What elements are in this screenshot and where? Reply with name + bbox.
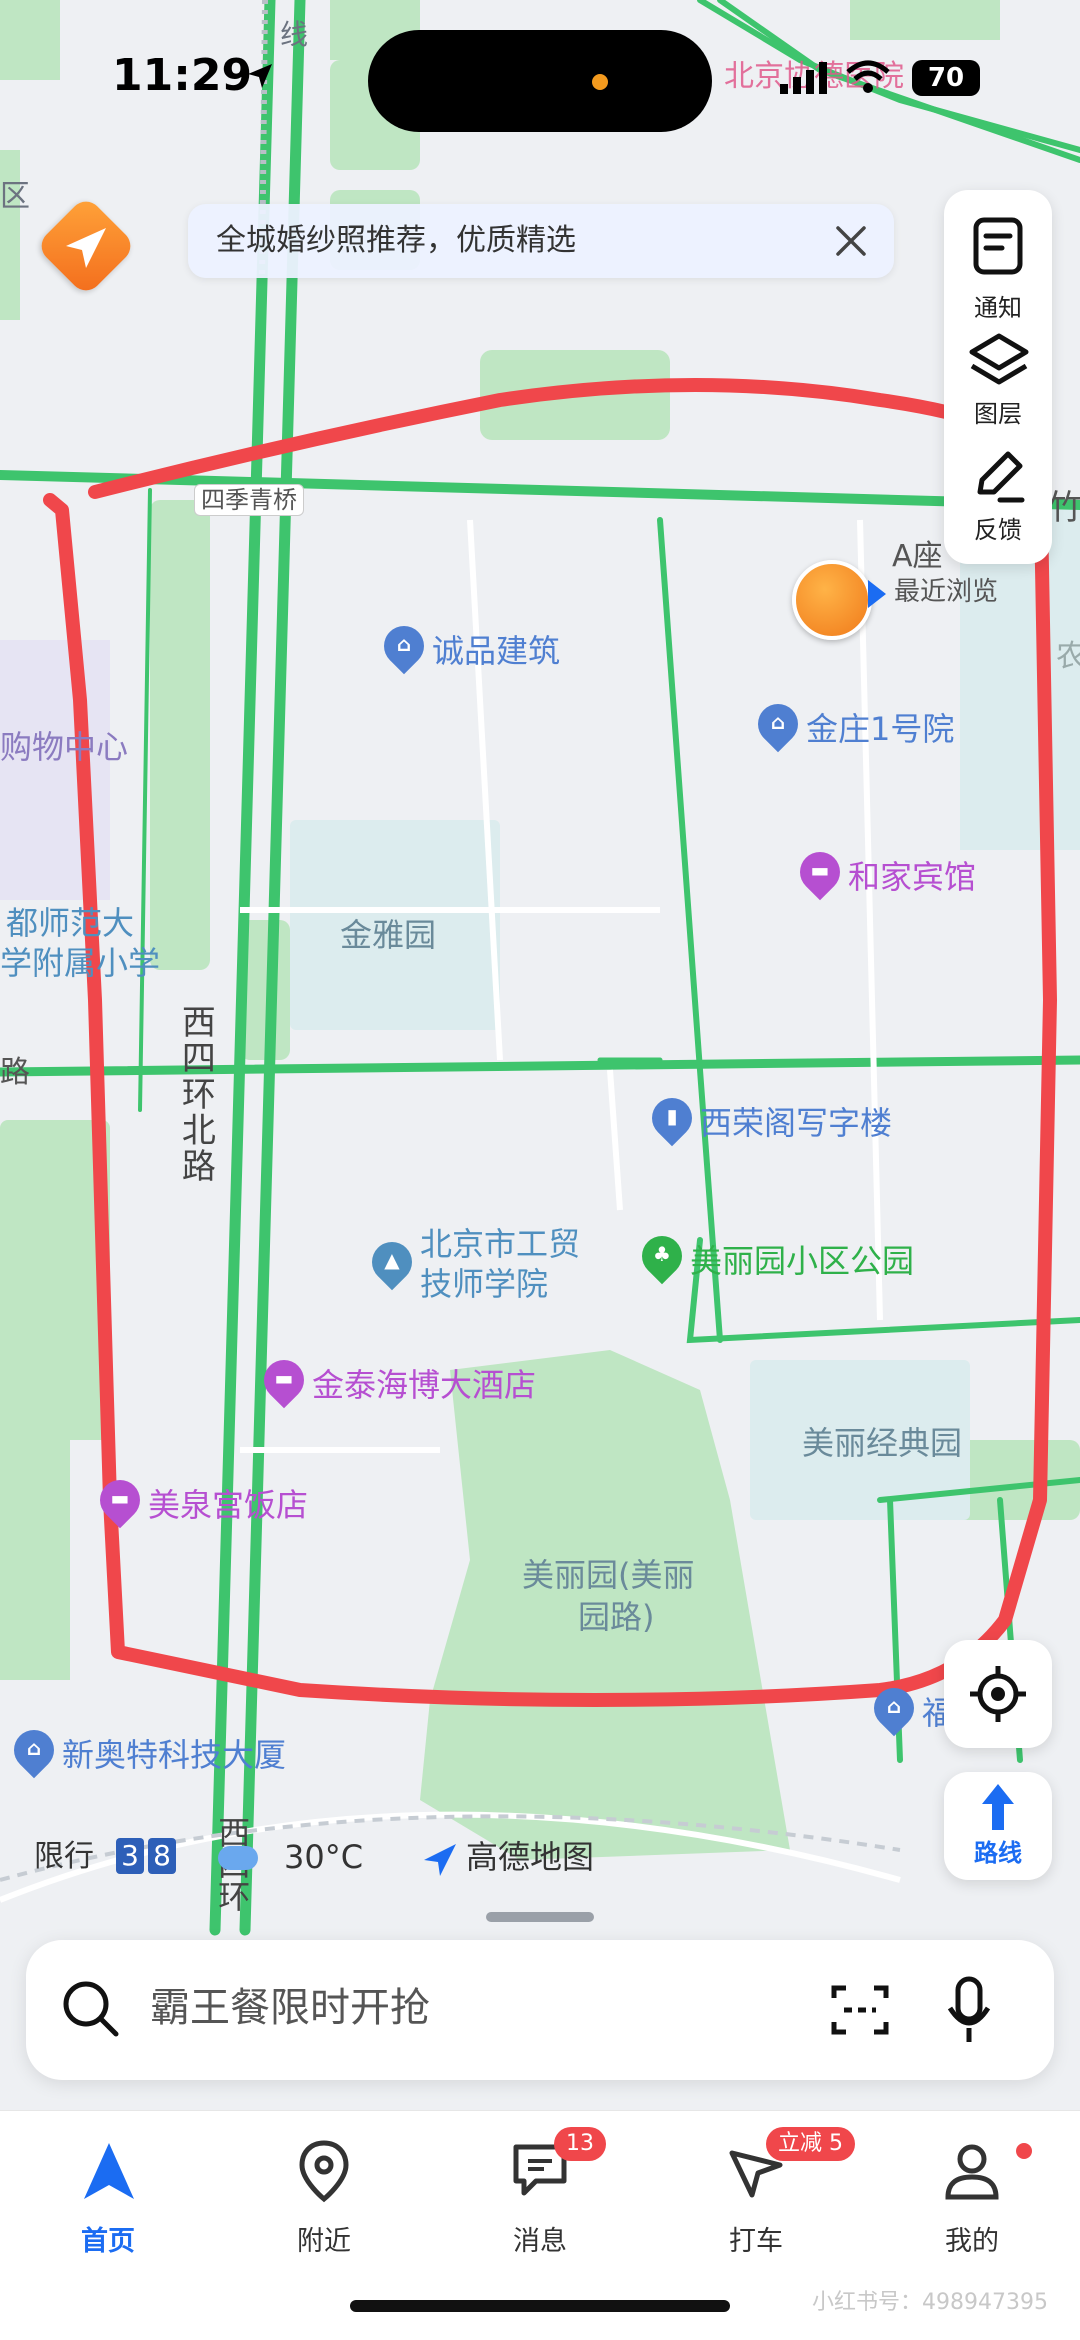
taxi-discount-badge: 立减 5	[766, 2127, 855, 2162]
notice-label: 通知	[974, 294, 1022, 322]
building-pin-icon: ⌂	[5, 1721, 63, 1779]
brand-label: 高德地图	[466, 1838, 595, 1876]
hotel-pin-icon: ▬	[91, 1471, 149, 1529]
poi-gongmao-line2: 技师学院	[420, 1265, 549, 1303]
layers-icon	[969, 333, 1029, 385]
park-pin-icon: ♣	[633, 1227, 691, 1285]
crosshair-icon	[970, 1666, 1026, 1722]
poi-gongmao[interactable]: ▲ 北京市工贸 技师学院	[363, 1224, 581, 1304]
restriction-label[interactable]: 限行	[34, 1840, 94, 1873]
office-pin-icon: ▮	[643, 1089, 701, 1147]
label-nong: 农	[1056, 639, 1080, 674]
paper-plane-icon	[66, 228, 106, 268]
poi-xirong[interactable]: ▮ 西荣阁写字楼	[643, 1089, 892, 1147]
scan-icon[interactable]	[830, 1982, 890, 2038]
search-input[interactable]: 霸王餐限时开抢	[150, 1986, 430, 2030]
label-a-zuo: A座	[892, 539, 943, 574]
location-arrow-icon	[248, 64, 272, 88]
label-meili-area-1: 美丽园(美丽	[522, 1556, 695, 1594]
poi-jintaihai[interactable]: ▬ 金泰海博大酒店	[255, 1351, 536, 1409]
layers-label: 图层	[974, 400, 1022, 428]
location-pin-icon	[299, 2140, 349, 2203]
battery-icon: 70	[912, 60, 980, 96]
building-pin-icon: ⌂	[865, 1679, 923, 1737]
label-district: 区	[0, 179, 30, 214]
poi-meiliyuan-park[interactable]: ♣ 美丽园小区公园	[633, 1227, 914, 1285]
cloud-icon	[218, 1846, 258, 1870]
notice-button[interactable]: 通知	[944, 204, 1052, 324]
school-pin-icon: ▲	[363, 1233, 421, 1291]
restriction-num-1: 3	[116, 1838, 144, 1874]
dynamic-island	[368, 30, 712, 132]
building-pin-icon: ⌂	[375, 617, 433, 675]
route-label: 路线	[974, 1839, 1022, 1867]
tab-messages-label: 消息	[513, 2226, 567, 2257]
orange-indicator-icon	[592, 74, 608, 90]
wifi-icon	[846, 60, 890, 93]
messages-badge: 13	[554, 2127, 606, 2162]
promo-banner[interactable]: 全城婚纱照推荐，优质精选	[188, 204, 894, 278]
search-icon	[63, 1981, 119, 2037]
label-recent[interactable]: 最近浏览	[894, 578, 998, 607]
notice-icon	[973, 217, 1023, 275]
profile-red-dot	[1016, 2143, 1032, 2159]
recent-arrow-icon	[868, 580, 886, 608]
sheet-handle[interactable]	[486, 1912, 594, 1922]
label-zhu: 竹	[1048, 488, 1080, 528]
home-arrow-icon	[84, 2143, 134, 2199]
tab-messages[interactable]: 13 消息	[432, 2127, 648, 2267]
tab-nearby-label: 附近	[297, 2226, 351, 2257]
banner-text: 全城婚纱照推荐，优质精选	[216, 223, 576, 258]
poi-xinaote[interactable]: ⌂ 新奥特科技大厦	[5, 1721, 286, 1779]
building-pin-icon: ⌂	[749, 695, 807, 753]
profile-icon	[945, 2144, 999, 2200]
status-time: 11:29	[112, 50, 253, 101]
route-arrow-icon	[982, 1784, 1014, 1830]
label-school-near-1: 都师范大	[6, 904, 135, 942]
poi-hejia[interactable]: ▬ 和家宾馆	[791, 843, 976, 901]
temperature: 30°C	[284, 1838, 364, 1876]
label-jinya: 金雅园	[340, 916, 437, 954]
tab-profile[interactable]: 我的	[864, 2127, 1080, 2267]
poi-gongmao-line1: 北京市工贸	[420, 1225, 581, 1263]
battery-level: 70	[927, 63, 965, 93]
bridge-label: 四季青桥	[194, 484, 304, 517]
tab-profile-label: 我的	[945, 2226, 999, 2257]
label-meili-area-2: 园路)	[578, 1598, 655, 1636]
microphone-icon[interactable]	[946, 1976, 992, 2046]
poi-meiquan[interactable]: ▬ 美泉宫饭店	[91, 1471, 308, 1529]
recent-avatar-marker[interactable]	[792, 560, 872, 640]
tab-home[interactable]: 首页	[0, 2127, 216, 2267]
hotel-pin-icon: ▬	[791, 843, 849, 901]
status-bar: 11:29 北京协德医院 70	[0, 0, 1080, 150]
amap-logo-icon	[424, 1844, 456, 1876]
feedback-label: 反馈	[974, 516, 1022, 544]
pencil-icon	[977, 451, 1025, 503]
restriction-num-2: 8	[148, 1838, 176, 1874]
map-tools-panel: 通知 图层 反馈	[944, 190, 1052, 564]
label-mall: 购物中心	[0, 728, 129, 766]
layers-button[interactable]: 图层	[944, 324, 1052, 444]
tab-taxi[interactable]: 立减 5 打车	[648, 2127, 864, 2267]
feedback-button[interactable]: 反馈	[944, 444, 1052, 564]
hotel-pin-icon: ▬	[255, 1351, 313, 1409]
poi-jinzhuang[interactable]: ⌂ 金庄1号院	[749, 695, 954, 753]
home-indicator	[350, 2300, 730, 2312]
route-button[interactable]: 路线	[944, 1772, 1052, 1880]
road-label-vertical: 西四环北路	[175, 1004, 216, 1184]
label-lu: 路	[0, 1055, 30, 1090]
signal-icon	[780, 62, 827, 94]
search-bar[interactable]: 霸王餐限时开抢	[26, 1940, 1054, 2080]
tab-nearby[interactable]: 附近	[216, 2127, 432, 2267]
watermark: 小红书号：498947395	[812, 2290, 1048, 2315]
tab-home-label: 首页	[81, 2226, 135, 2257]
poi-chengpin[interactable]: ⌂ 诚品建筑	[375, 617, 560, 675]
close-icon[interactable]	[834, 224, 868, 258]
locate-button[interactable]	[944, 1640, 1052, 1748]
label-meili-classic: 美丽经典园	[802, 1424, 963, 1462]
label-school-near-2: 学附属小学	[0, 944, 161, 982]
poi-fu[interactable]: ⌂ 福	[865, 1679, 954, 1737]
tab-taxi-label: 打车	[729, 2226, 783, 2257]
